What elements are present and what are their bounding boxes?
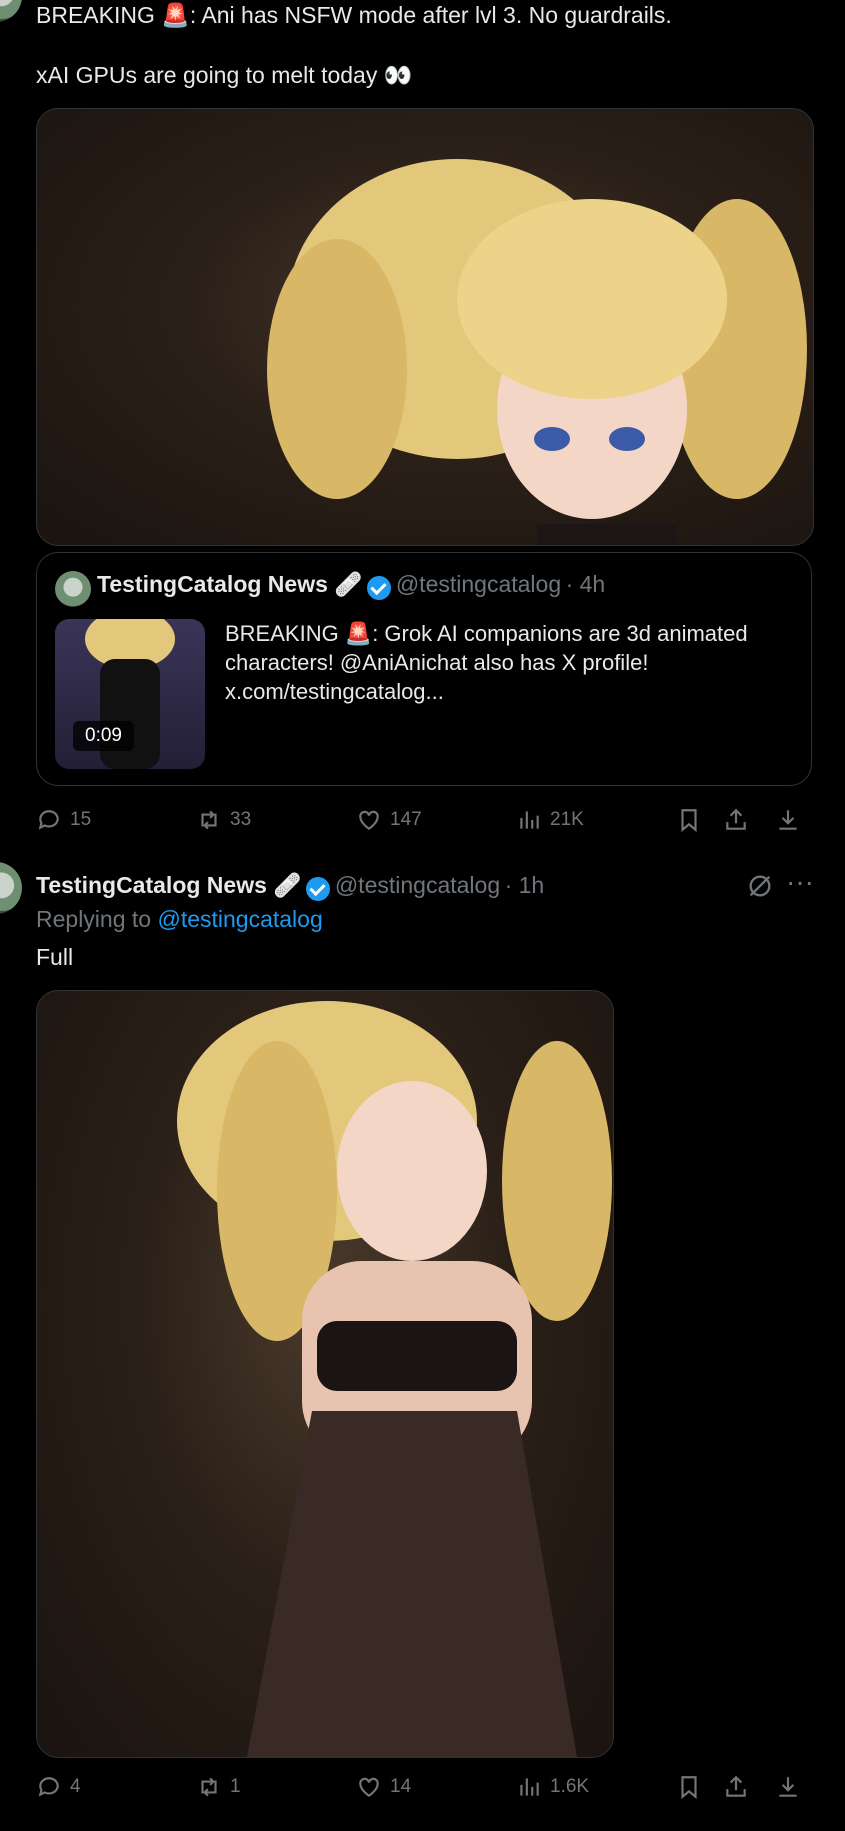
replying-to-link[interactable]: @testingcatalog [157, 906, 322, 932]
post2-like-button[interactable]: 14 [356, 1774, 411, 1800]
quote-author-name[interactable]: TestingCatalog News 🩹 [97, 571, 363, 597]
heart-icon [359, 1777, 379, 1797]
reply-count: 4 [70, 1776, 81, 1797]
repost-count: 33 [230, 809, 252, 830]
grok-button[interactable] [746, 872, 774, 905]
post2-image[interactable] [36, 990, 614, 1758]
more-icon: ··· [786, 866, 814, 897]
post2-author-handle[interactable]: @testingcatalog [335, 872, 500, 898]
avatar[interactable] [0, 0, 22, 22]
download-icon [779, 810, 797, 830]
post-text-line-1: BREAKING 🚨: Ani has NSFW mode after lvl … [36, 2, 672, 28]
post2-share-button[interactable] [723, 1774, 749, 1800]
bookmark-icon [681, 809, 697, 833]
like-count: 147 [390, 809, 422, 830]
views-button[interactable]: 21K [516, 807, 584, 833]
repost-icon [201, 810, 217, 830]
replying-prefix: Replying to [36, 906, 152, 932]
repost-button[interactable]: 33 [196, 807, 251, 833]
post2-download-button[interactable] [775, 1774, 801, 1800]
reply-icon [38, 810, 59, 830]
post-text-line-2: xAI GPUs are going to melt today 👀 [36, 62, 413, 88]
views-count: 21K [550, 809, 584, 830]
post2-views-button[interactable]: 1.6K [516, 1774, 589, 1800]
quote-timestamp[interactable]: · 4h [566, 571, 606, 597]
verified-badge-icon [306, 876, 331, 901]
video-duration-badge: 0:09 [73, 721, 134, 751]
quote-avatar[interactable] [55, 571, 91, 607]
post-image[interactable] [36, 108, 814, 546]
quote-text: BREAKING 🚨: Grok AI companions are 3d an… [225, 621, 754, 704]
share-button[interactable] [723, 807, 749, 833]
verified-badge-icon [367, 575, 392, 600]
post2-repost-button[interactable]: 1 [196, 1774, 241, 1800]
share-icon [726, 808, 746, 830]
character-full-body [177, 1001, 612, 1757]
bookmark-button[interactable] [676, 807, 702, 833]
download-icon [779, 1777, 797, 1797]
character-portrait [267, 159, 807, 545]
reply-count: 15 [70, 809, 92, 830]
views-icon [520, 1778, 539, 1796]
more-button[interactable]: ··· [786, 868, 814, 896]
post2-timestamp[interactable]: · 1h [505, 872, 545, 898]
reply-button[interactable]: 15 [36, 807, 91, 833]
post2-bookmark-button[interactable] [676, 1774, 702, 1800]
bookmark-icon [681, 1776, 697, 1800]
heart-icon [359, 810, 379, 830]
grok-icon [749, 875, 771, 897]
views-icon [520, 811, 539, 829]
post2-reply-button[interactable]: 4 [36, 1774, 81, 1800]
download-button[interactable] [775, 807, 801, 833]
repost-count: 1 [230, 1776, 241, 1797]
quote-author-handle[interactable]: @testingcatalog [396, 571, 561, 597]
post2-avatar[interactable] [0, 862, 22, 914]
like-button[interactable]: 147 [356, 807, 422, 833]
views-count: 1.6K [550, 1776, 590, 1797]
post2-author-name[interactable]: TestingCatalog News 🩹 [36, 872, 302, 898]
quoted-post[interactable]: TestingCatalog News 🩹 @testingcatalog · … [36, 552, 812, 786]
repost-icon [201, 1777, 217, 1797]
like-count: 14 [390, 1776, 412, 1797]
reply-icon [38, 1777, 59, 1797]
share-icon [726, 1775, 746, 1797]
post2-text: Full [36, 944, 74, 970]
